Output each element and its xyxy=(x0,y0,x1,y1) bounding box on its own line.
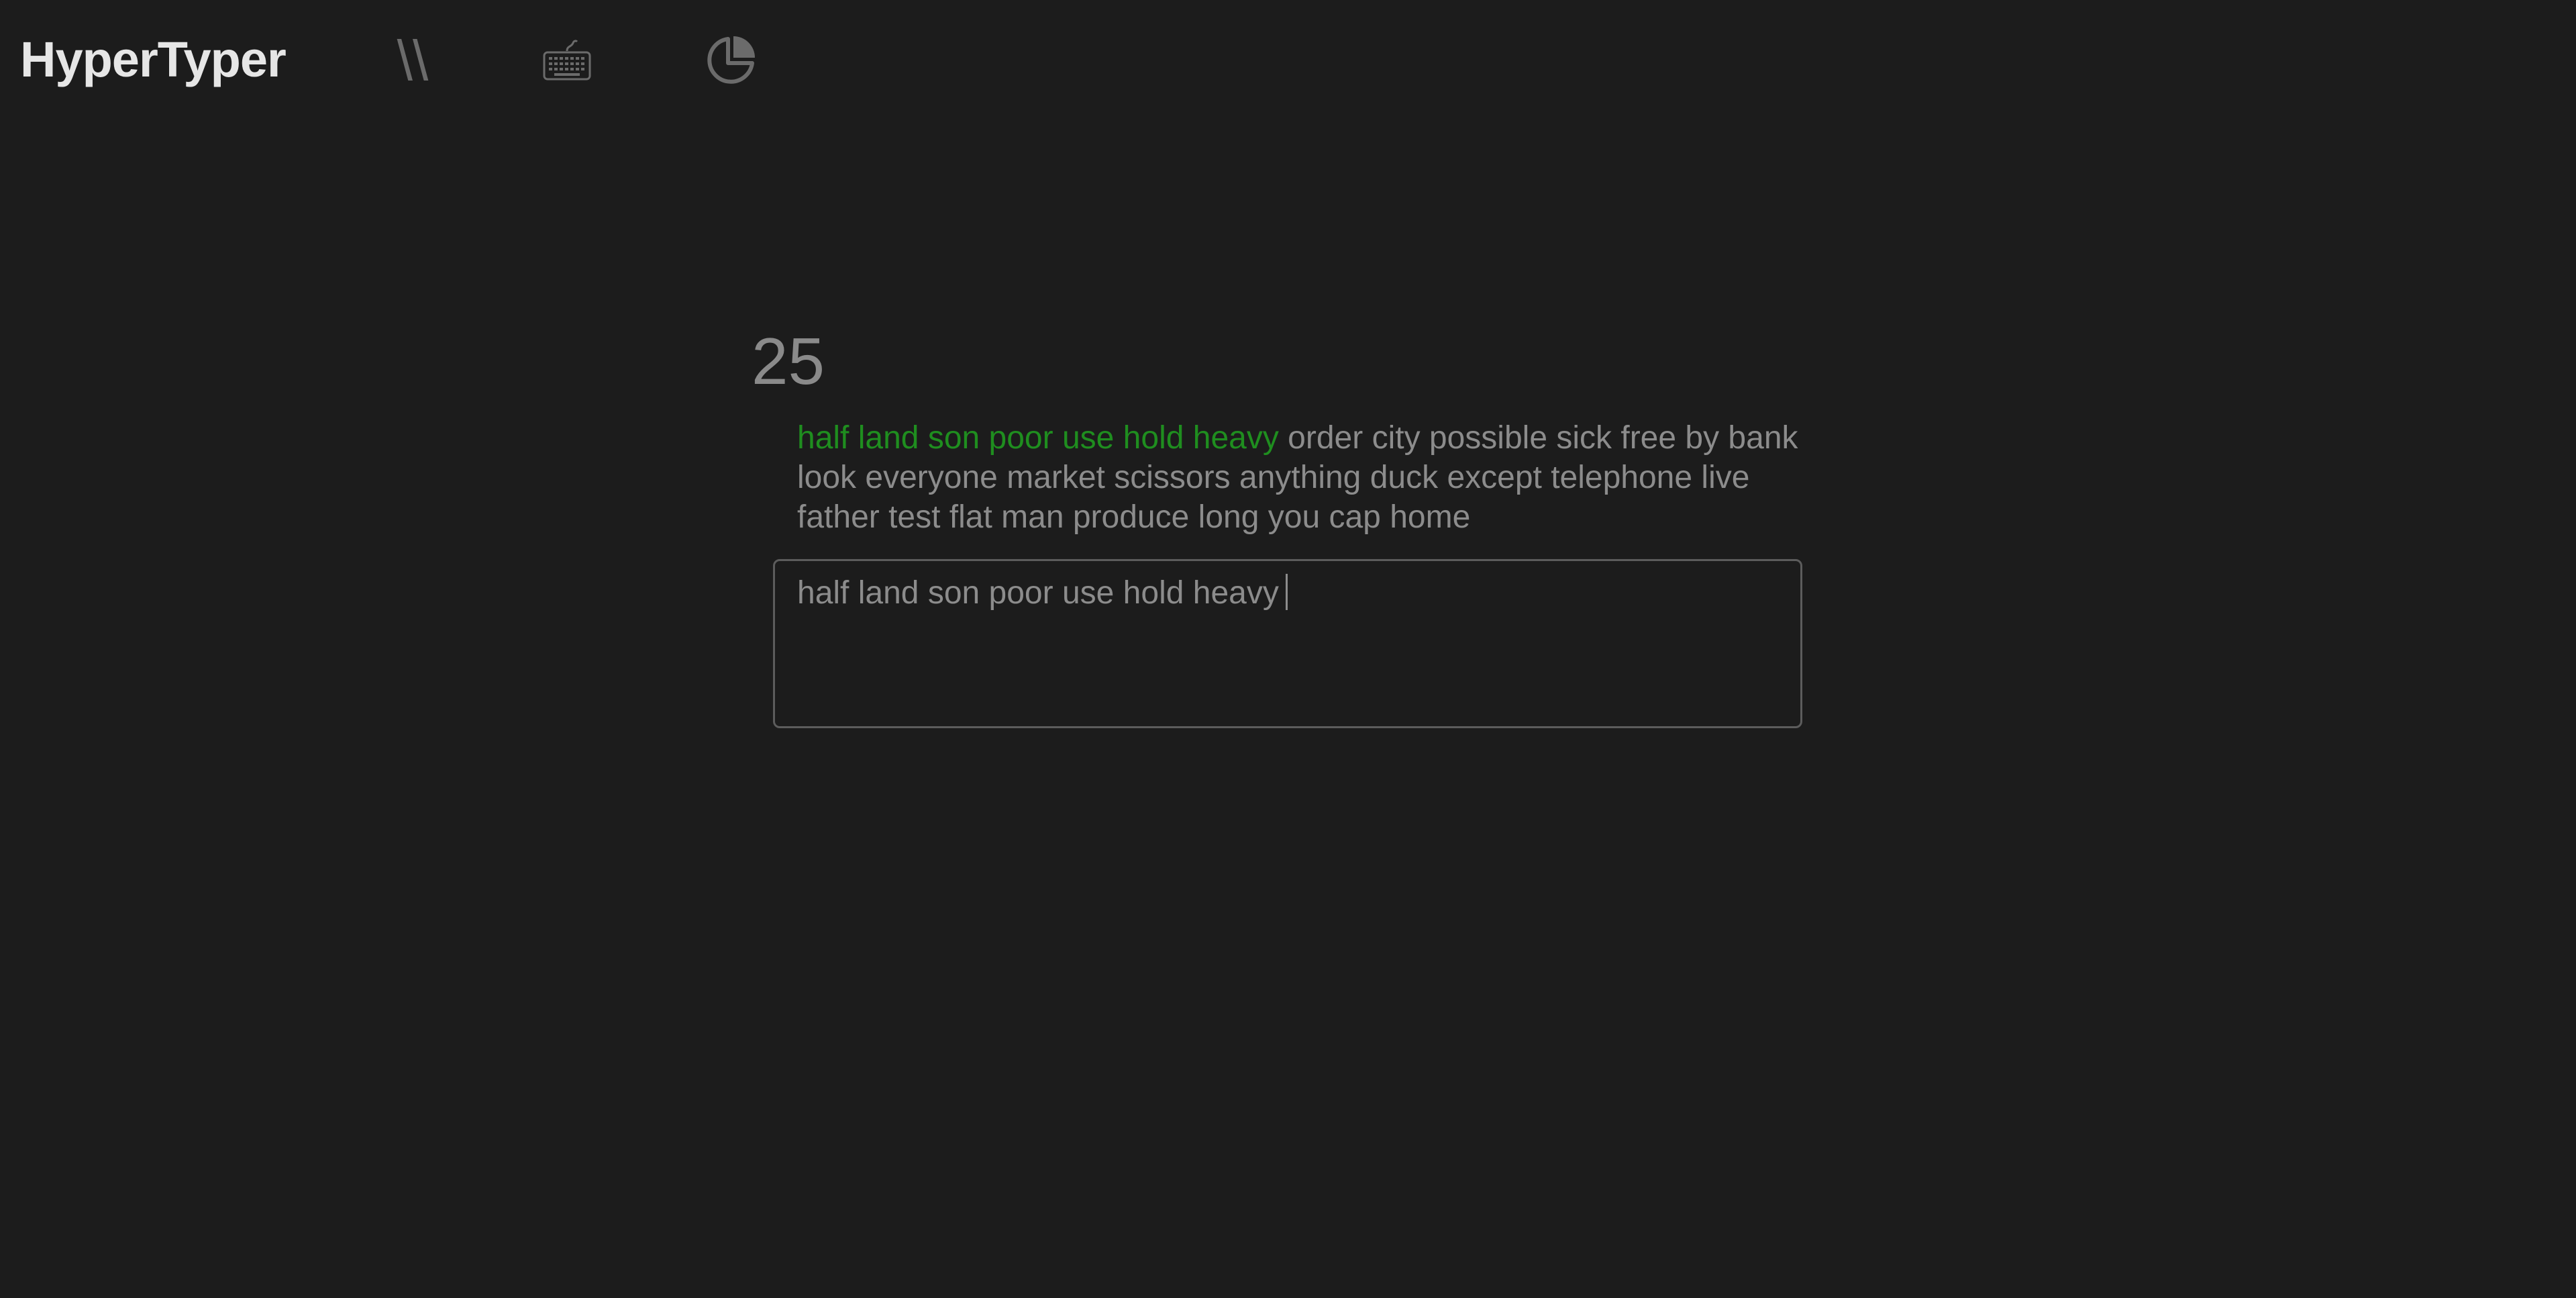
top-bar: HyperTyper \\ xyxy=(0,0,2576,121)
nav-test-mode-button[interactable]: \\ xyxy=(393,27,433,94)
keyboard-icon xyxy=(543,40,591,81)
typed-words: half land son poor use hold heavy xyxy=(797,420,1279,456)
nav-keyboard-button[interactable] xyxy=(537,27,597,94)
text-caret xyxy=(1285,574,1288,610)
prompt-text: half land son poor use hold heavy order … xyxy=(797,418,1831,537)
word-counter: 25 xyxy=(752,324,825,398)
nav-stats-button[interactable] xyxy=(701,27,761,94)
double-slash-icon: \\ xyxy=(397,29,429,92)
app-logo[interactable]: HyperTyper xyxy=(20,30,287,90)
typing-input[interactable]: half land son poor use hold heavy xyxy=(773,559,1802,728)
pie-chart-icon xyxy=(707,36,755,84)
input-value: half land son poor use hold heavy xyxy=(797,575,1279,611)
app: HyperTyper \\ 25 half land son poor use … xyxy=(0,0,2576,1298)
